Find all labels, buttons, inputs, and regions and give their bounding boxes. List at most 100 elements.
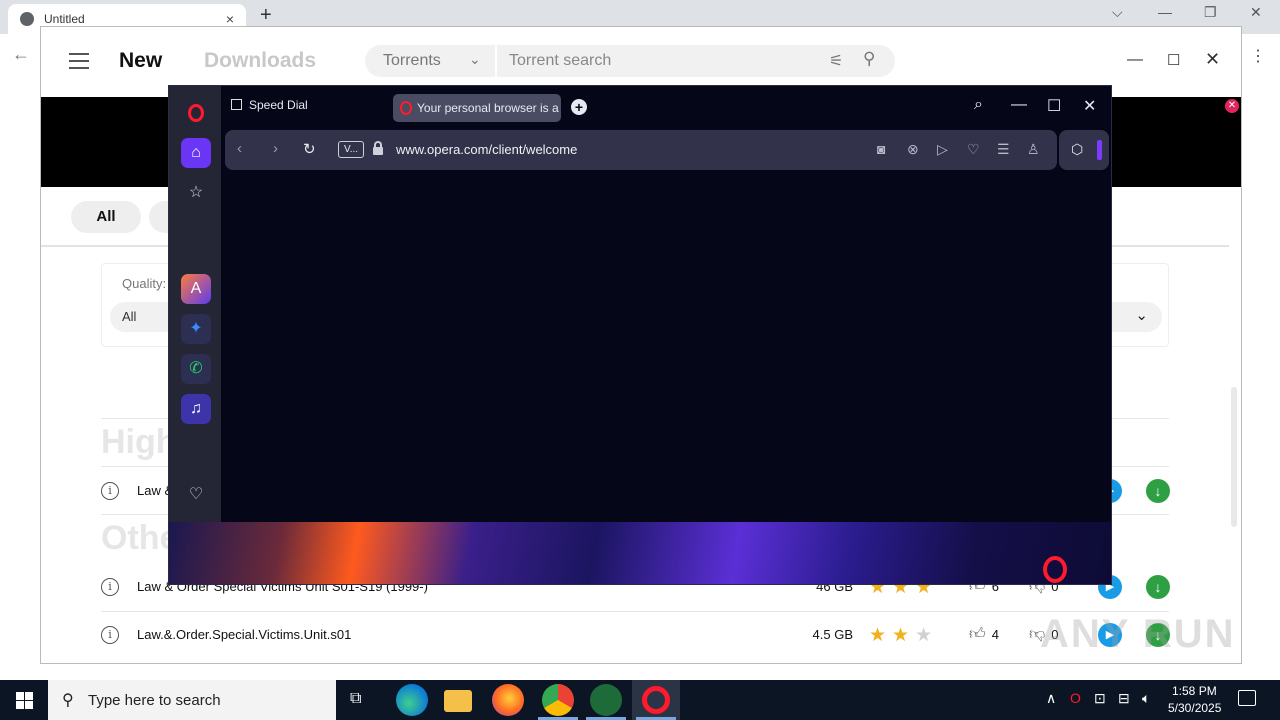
opera-maximize-button[interactable]: ☐ <box>1047 96 1061 116</box>
chevron-down-icon: ⌄ <box>1135 307 1148 324</box>
quality-select[interactable]: All <box>110 302 170 332</box>
tab-speed-dial[interactable]: Speed Dial <box>231 98 308 112</box>
nav-new[interactable]: New <box>119 49 162 73</box>
tab-welcome[interactable]: Your personal browser is a <box>393 94 561 122</box>
profile-icon[interactable]: ♙ <box>1027 141 1040 158</box>
scrollbar[interactable] <box>1231 387 1237 527</box>
filter-chip-all[interactable]: All <box>71 201 141 233</box>
forward-arrow-icon[interactable]: › <box>273 140 278 157</box>
chrome-icon[interactable] <box>542 684 574 716</box>
info-icon[interactable]: i <box>101 578 119 596</box>
browser-menu-icon[interactable]: ⋮ <box>1250 46 1266 66</box>
taskbar-search-box[interactable]: ⚲ Type here to search <box>48 680 336 720</box>
torrent-name[interactable]: Law.&.Order.Special.Victims.Unit.s01 <box>137 627 351 642</box>
reload-icon[interactable]: ↻ <box>303 140 316 158</box>
edge-icon[interactable] <box>396 684 428 716</box>
clock-date[interactable]: 5/30/2025 <box>1168 701 1221 715</box>
browser-minimize-button[interactable]: — <box>1158 4 1172 20</box>
back-arrow-icon[interactable]: ‹ <box>237 140 242 157</box>
hamburger-menu-icon[interactable] <box>69 53 89 69</box>
send-icon[interactable]: ▷ <box>937 141 948 158</box>
browser-close-button[interactable]: ✕ <box>1250 4 1262 21</box>
back-arrow-icon[interactable]: ← <box>12 44 30 65</box>
camera-icon[interactable]: ◙ <box>877 141 885 157</box>
new-tab-button[interactable]: + <box>260 4 272 27</box>
chevron-up-icon[interactable]: ∧ <box>1046 690 1056 707</box>
opera-tray-icon[interactable]: O <box>1070 690 1081 706</box>
windows-start-icon[interactable] <box>16 692 33 709</box>
search-icon: ⚲ <box>62 692 74 709</box>
likes-count[interactable]: 👍︎ 4 <box>969 625 999 644</box>
download-icon[interactable]: ↓ <box>1146 479 1170 503</box>
search-category-select[interactable]: Torrents <box>383 52 441 70</box>
task-view-icon[interactable]: ⧉ <box>350 690 361 708</box>
clock-time[interactable]: 1:58 PM <box>1172 684 1217 698</box>
tab-close-icon[interactable]: × <box>226 11 234 27</box>
chevron-down-icon[interactable]: ⌄ <box>469 51 481 68</box>
browser-restore-button[interactable]: ❐ <box>1204 4 1217 21</box>
opera-sidebar: ⌂ ☆ A ✦ ✆ ♫ ♡ <box>169 86 221 524</box>
globe-icon <box>20 12 34 26</box>
settings-sliders-icon[interactable]: ☰ <box>997 141 1010 158</box>
watermark-logo: ANY RUN <box>1040 612 1236 656</box>
music-icon[interactable]: ♫ <box>181 394 211 424</box>
opera-logo-icon <box>400 101 412 115</box>
file-explorer-icon[interactable] <box>444 690 472 712</box>
ad-close-icon[interactable]: ✕ <box>1225 99 1239 113</box>
app-minimize-button[interactable]: — <box>1127 51 1143 69</box>
messenger-icon[interactable]: ✦ <box>181 314 211 344</box>
nav-downloads[interactable]: Downloads <box>204 49 316 73</box>
opera-welcome-banner <box>169 522 1111 584</box>
app-maximize-button[interactable]: ☐ <box>1167 51 1180 69</box>
thumbs-up-icon: 👍︎ <box>969 626 986 643</box>
search-divider <box>495 45 497 77</box>
notification-icon[interactable] <box>1238 690 1256 706</box>
sort-select[interactable]: ⌄ <box>1106 302 1162 332</box>
quality-label: Quality: <box>122 276 167 291</box>
volume-icon[interactable]: 🔈︎ <box>1142 690 1150 707</box>
firefox-icon[interactable] <box>492 684 524 716</box>
extensions-cube-icon[interactable]: ⬡ <box>1071 141 1083 158</box>
opera-minimize-button[interactable]: — <box>1011 96 1027 114</box>
opera-taskbar-icon[interactable] <box>642 686 670 714</box>
table-row[interactable]: i Law.&.Order.Special.Victims.Unit.s01 4… <box>101 611 1170 659</box>
device-tray-icon[interactable]: ⊡ <box>1094 690 1106 707</box>
filter-sliders-icon[interactable]: ⚟ <box>829 51 843 71</box>
url-input[interactable]: www.opera.com/client/welcome <box>396 142 577 157</box>
heart-icon[interactable]: ♡ <box>967 141 980 158</box>
lock-icon[interactable] <box>373 141 383 155</box>
home-icon[interactable]: ⌂ <box>181 138 211 168</box>
network-icon[interactable]: ⊟ <box>1118 690 1130 707</box>
sidebar-toggle[interactable] <box>1097 140 1102 160</box>
tab-search-icon[interactable]: ⌕ <box>974 96 983 114</box>
search-input[interactable]: Torrent search <box>509 52 611 70</box>
taskbar-search-placeholder: Type here to search <box>88 692 221 709</box>
vpn-badge[interactable]: V... <box>338 141 364 158</box>
adblock-icon[interactable]: ⊗ <box>907 141 919 158</box>
opera-window: ⌂ ☆ A ✦ ✆ ♫ ♡ Speed Dial Your personal b… <box>168 85 1112 585</box>
opera-logo-icon <box>1043 556 1067 583</box>
app-close-button[interactable]: ✕ <box>1205 49 1220 70</box>
torrent-app-icon[interactable] <box>590 684 622 716</box>
outer-tab-title: Untitled <box>44 12 85 26</box>
opera-tab-strip: Speed Dial Your personal browser is a + … <box>221 86 1111 130</box>
windows-taskbar: ⚲ Type here to search ⧉ ∧ O ⊡ ⊟ 🔈︎ 1:58 … <box>0 680 1280 720</box>
search-icon[interactable]: ⚲ <box>863 49 875 69</box>
info-icon[interactable]: i <box>101 626 119 644</box>
heart-icon[interactable]: ♡ <box>181 480 211 510</box>
bookmarks-icon[interactable]: ☆ <box>181 178 211 208</box>
new-tab-button[interactable]: + <box>571 99 587 115</box>
opera-close-button[interactable]: ✕ <box>1083 96 1096 116</box>
search-bar: Torrents ⌄ Torrent search ⚟ ⚲ <box>365 45 895 77</box>
download-icon[interactable]: ↓ <box>1146 575 1170 599</box>
rating-stars: ★★★ <box>869 625 939 646</box>
aria-icon[interactable]: A <box>181 274 211 304</box>
opera-logo-icon[interactable] <box>188 104 204 122</box>
extensions-area: ⬡ <box>1059 130 1109 170</box>
tab-search-icon[interactable]: ⌵ <box>1112 4 1123 21</box>
info-icon[interactable]: i <box>101 482 119 500</box>
whatsapp-icon[interactable]: ✆ <box>181 354 211 384</box>
section-heading-high: High <box>101 423 177 461</box>
torrent-size: 4.5 GB <box>812 627 853 642</box>
speed-dial-icon <box>231 99 242 110</box>
